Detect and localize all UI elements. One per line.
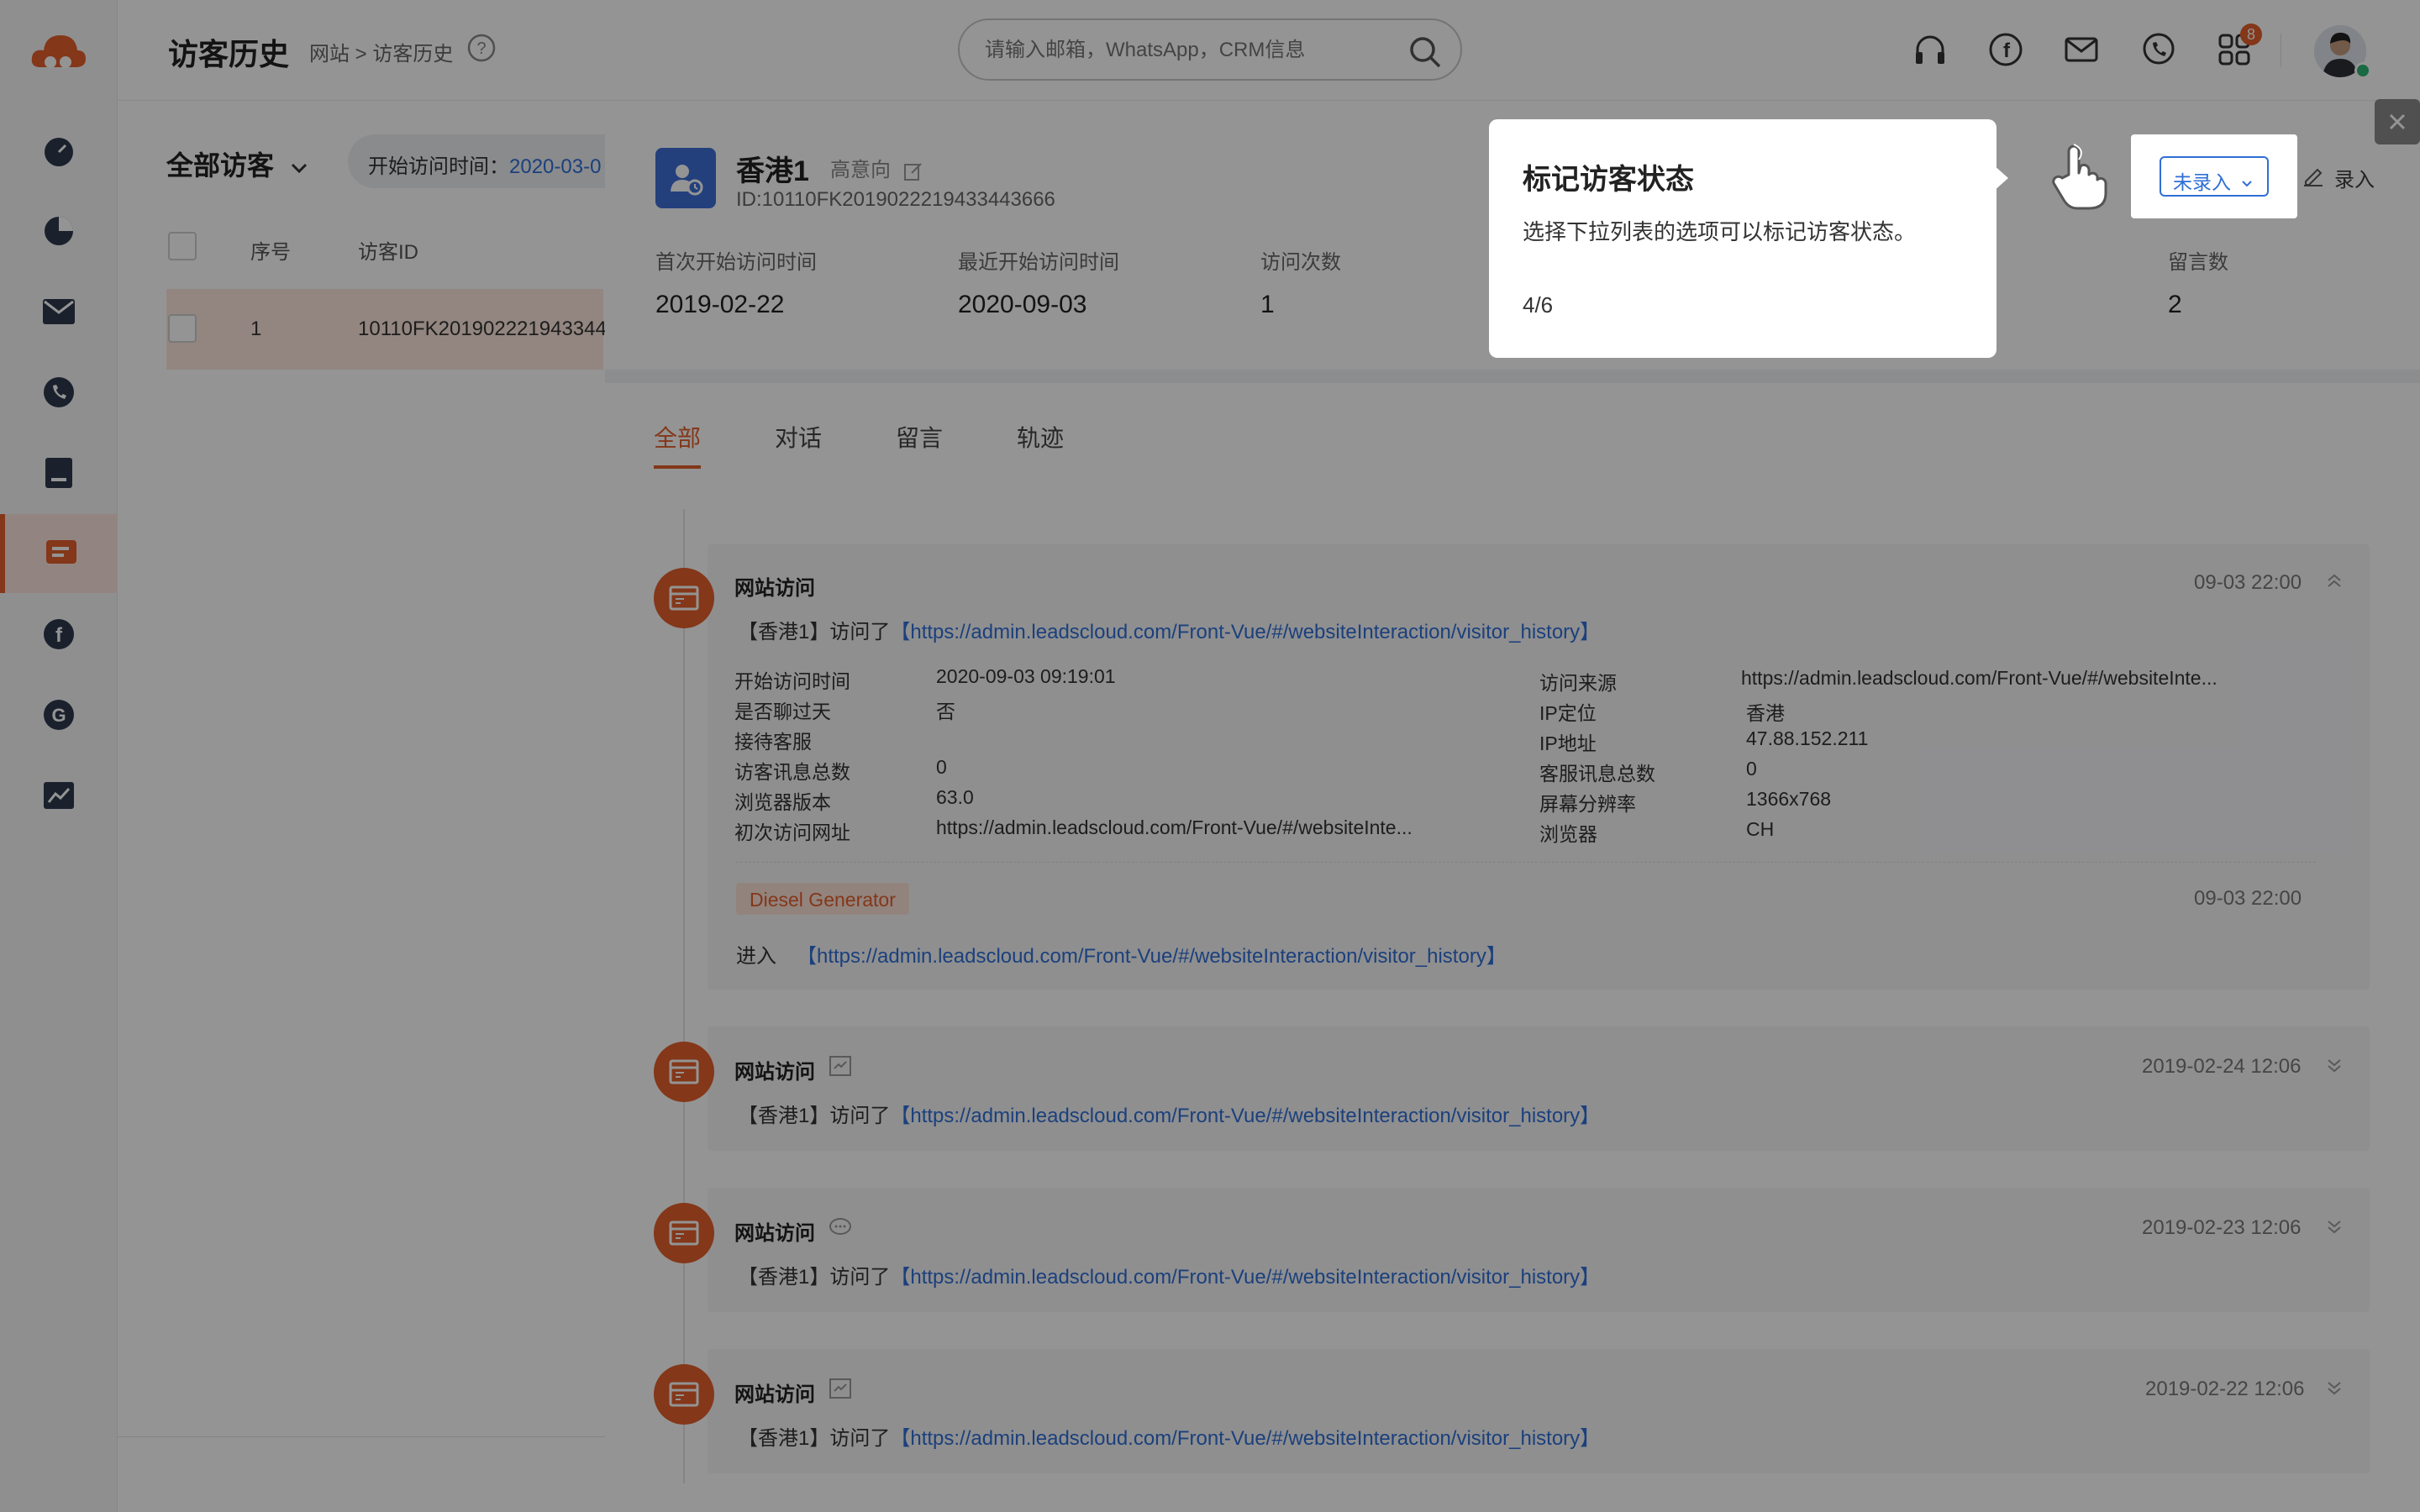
status-select-value: 未录入 — [2173, 171, 2231, 193]
chevron-down-icon — [2241, 180, 2253, 188]
onboarding-overlay — [0, 0, 2420, 1512]
visitor-status-select[interactable]: 未录入 — [2160, 156, 2269, 197]
tooltip-arrow — [1993, 165, 2008, 192]
tooltip-step-counter: 4/6 — [1523, 292, 1554, 318]
tooltip-description: 选择下拉列表的选项可以标记访客状态。 — [1523, 219, 1917, 244]
record-button[interactable]: 录入 — [2334, 163, 2375, 192]
tooltip-title: 标记访客状态 — [1523, 164, 1694, 196]
pencil-icon — [2302, 165, 2324, 186]
hand-pointer-icon — [2044, 141, 2111, 212]
